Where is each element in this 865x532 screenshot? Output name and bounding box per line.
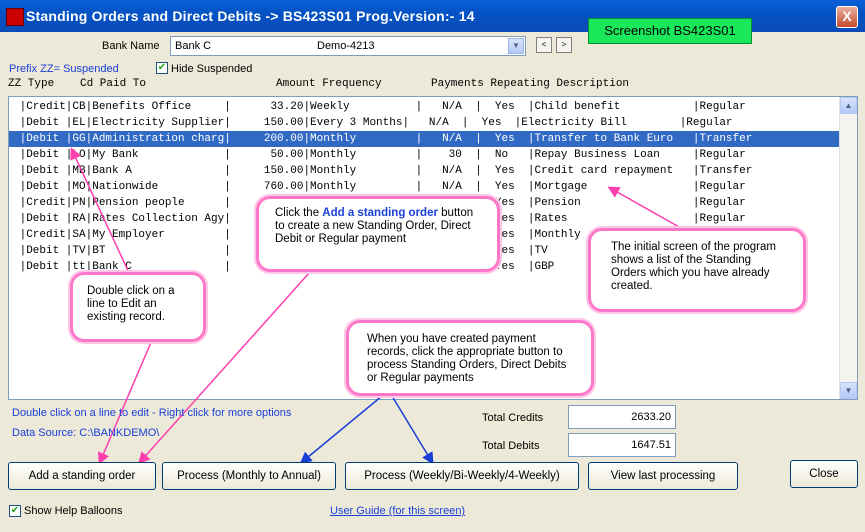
data-source: Data Source: C:\BANKDEMO\ bbox=[12, 427, 160, 439]
user-guide-link[interactable]: User Guide (for this screen) bbox=[330, 505, 465, 517]
close-button[interactable]: Close bbox=[790, 460, 858, 488]
show-help-balloons-checkbox[interactable]: ✔ bbox=[9, 505, 21, 517]
total-debits-label: Total Debits bbox=[482, 440, 540, 452]
help-balloon-add: Click the Add a standing order button to… bbox=[256, 196, 500, 272]
total-debits-value: 1647.51 bbox=[568, 433, 676, 457]
total-credits-value: 2633.20 bbox=[568, 405, 676, 429]
process-weekly-button[interactable]: Process (Weekly/Bi-Weekly/4-Weekly) bbox=[345, 462, 579, 490]
show-help-balloons-label: Show Help Balloons bbox=[24, 505, 123, 517]
help-balloon-edit: Double click on a line to Edit an existi… bbox=[70, 272, 206, 342]
edit-hint: Double click on a line to edit - Right c… bbox=[12, 407, 292, 419]
total-credits-label: Total Credits bbox=[482, 412, 544, 424]
process-monthly-button[interactable]: Process (Monthly to Annual) bbox=[162, 462, 336, 490]
view-last-processing-button[interactable]: View last processing bbox=[588, 462, 738, 490]
help-balloon-process: When you have created payment records, c… bbox=[346, 320, 594, 396]
add-standing-order-button[interactable]: Add a standing order bbox=[8, 462, 156, 490]
help-balloon-initial: The initial screen of the program shows … bbox=[588, 228, 806, 312]
